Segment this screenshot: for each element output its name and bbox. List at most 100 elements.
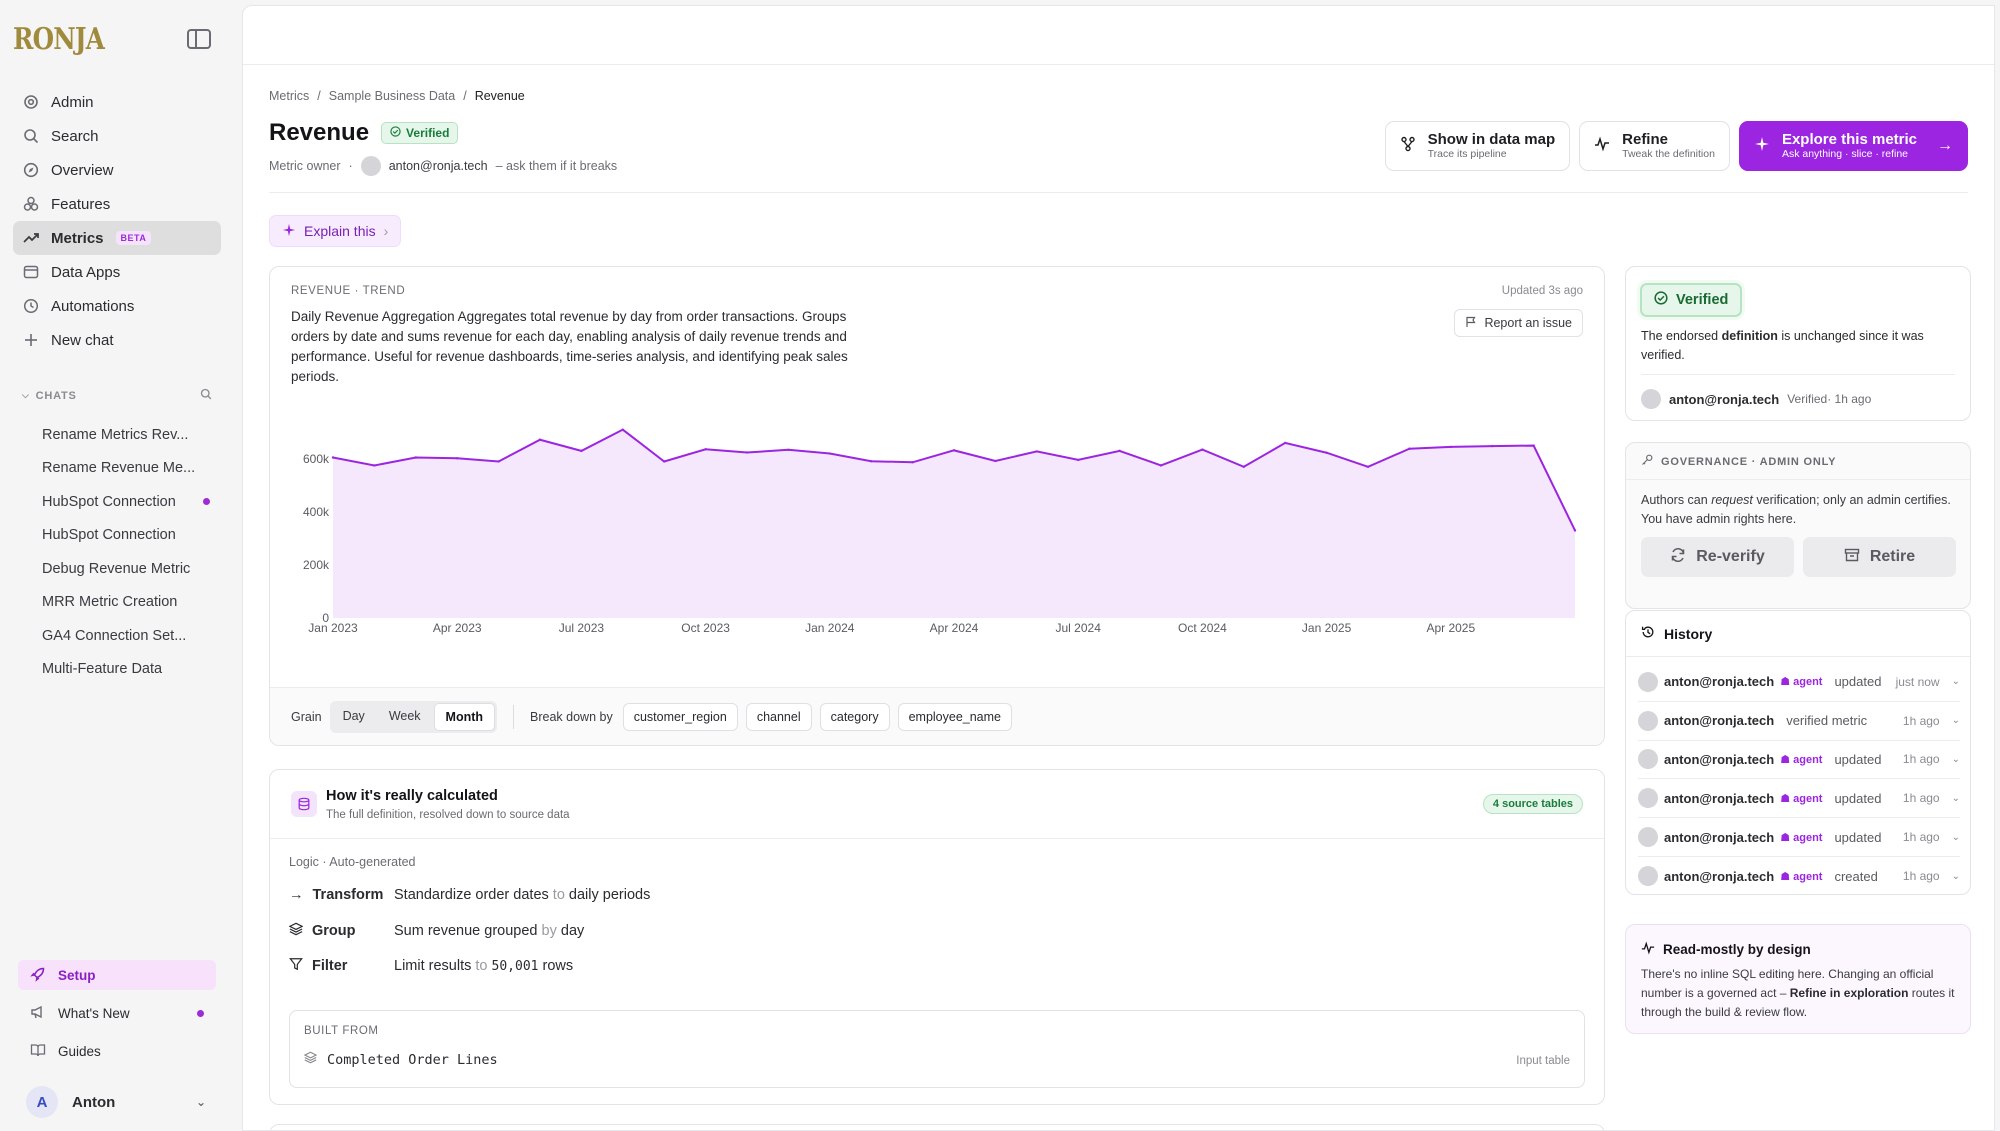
setup-button[interactable]: Setup (18, 960, 216, 990)
data-point[interactable] (621, 428, 624, 431)
data-point[interactable] (1118, 449, 1121, 453)
data-point[interactable] (1573, 529, 1577, 532)
history-row[interactable]: anton@ronja.tech ☗ agent updated just now ⌄ (1638, 663, 1960, 702)
chat-item[interactable]: HubSpot Connection (42, 519, 212, 553)
sidebar-item-search[interactable]: Search (13, 119, 221, 153)
sidebar-item-overview[interactable]: Overview (13, 153, 221, 187)
report-issue-button[interactable]: Report an issue (1454, 309, 1583, 337)
app-logo[interactable]: RONJA (13, 22, 105, 57)
chat-item[interactable]: Debug Revenue Metric (42, 552, 212, 586)
chat-item[interactable]: HubSpot Connection (42, 485, 212, 519)
chat-title: MRR Metric Creation (42, 594, 178, 611)
chat-item[interactable]: MRR Metric Creation (42, 586, 212, 620)
show-in-data-map-button[interactable]: Show in data map Trace its pipeline (1384, 121, 1571, 171)
data-point[interactable] (704, 448, 707, 451)
data-point[interactable] (787, 448, 790, 452)
explain-this-button[interactable]: Explain this › (269, 215, 402, 247)
chevron-down-icon: ⌄ (1951, 792, 1960, 804)
breakdown-chip[interactable]: customer_region (622, 702, 738, 731)
trend-icon (23, 230, 39, 246)
chat-title: HubSpot Connection (42, 493, 176, 510)
data-point[interactable] (1201, 448, 1204, 451)
data-point[interactable] (373, 464, 376, 467)
data-point[interactable] (331, 456, 335, 459)
data-point[interactable] (1325, 451, 1328, 454)
chevron-right-icon: › (383, 223, 389, 239)
chats-toggle[interactable]: ⌵ CHATS (22, 390, 77, 402)
history-time: 1h ago (1902, 752, 1940, 767)
history-action: updated (1834, 674, 1882, 690)
data-point[interactable] (1242, 465, 1245, 468)
data-point[interactable] (828, 452, 831, 455)
search-icon[interactable] (200, 388, 212, 403)
data-point[interactable] (1491, 444, 1494, 448)
data-point[interactable] (1449, 445, 1453, 449)
breadcrumb-item[interactable]: Metrics (269, 89, 309, 103)
data-point[interactable] (870, 460, 873, 463)
history-row[interactable]: anton@ronja.tech ☗ agent updated 1h ago ⌄ (1638, 818, 1960, 857)
chat-item[interactable]: GA4 Connection Set... (42, 619, 212, 653)
chat-title: GA4 Connection Set... (42, 627, 187, 644)
data-point[interactable] (456, 457, 459, 460)
breadcrumb-item[interactable]: Sample Business Data (329, 89, 455, 103)
guides-button[interactable]: Guides (18, 1036, 216, 1066)
chat-title: Debug Revenue Metric (42, 560, 191, 577)
data-point[interactable] (1159, 464, 1163, 467)
chats-section-header[interactable]: ⌵ CHATS (22, 388, 212, 403)
whats-new-button[interactable]: What's New (18, 998, 216, 1028)
data-point[interactable] (745, 451, 749, 454)
history-row[interactable]: anton@ronja.tech ☗ agent created 1h ago ⌄ (1638, 857, 1960, 896)
header-actions: Show in data map Trace its pipeline Refin… (1384, 121, 1968, 171)
sidebar-item-new-chat[interactable]: New chat (13, 323, 221, 357)
data-point[interactable] (1035, 450, 1038, 453)
grain-option-week[interactable]: Week (378, 703, 432, 731)
retire-button[interactable]: Retire (1803, 537, 1956, 577)
owner-email[interactable]: anton@ronja.tech (389, 159, 488, 173)
breakdown-label: Break down by (530, 709, 613, 724)
grain-option-month[interactable]: Month (433, 702, 496, 731)
revenue-trend-chart[interactable]: 0200k400k600kJan 2023 Apr 2023 Jul 2023 Oct… (270, 407, 1606, 687)
chat-item[interactable]: Rename Metrics Rev... (42, 418, 212, 452)
grain-option-day[interactable]: Day (332, 703, 376, 731)
avatar (360, 156, 381, 176)
sidebar-item-label: Search (51, 127, 99, 145)
built-from-box[interactable]: BUILT FROM Completed Order Lines Input t… (289, 1010, 1585, 1088)
chat-item[interactable]: Rename Revenue Me... (42, 452, 212, 486)
data-point[interactable] (1284, 441, 1287, 445)
data-point[interactable] (538, 438, 542, 441)
explore-metric-button[interactable]: Explore this metric Ask anything · slice … (1738, 121, 1968, 171)
refine-button[interactable]: Refine Tweak the definition (1579, 121, 1730, 171)
source-tables-badge[interactable]: 4 source tables (1482, 794, 1583, 814)
data-point[interactable] (663, 460, 666, 463)
data-point[interactable] (911, 461, 914, 464)
data-point[interactable] (952, 449, 956, 452)
data-point[interactable] (580, 449, 583, 453)
breakdown-chip[interactable]: category (819, 702, 890, 731)
sidebar-item-data-apps[interactable]: Data Apps (13, 255, 221, 289)
chats-label: CHATS (35, 389, 77, 402)
sidebar-item-automations[interactable]: Automations (13, 289, 221, 323)
data-point[interactable] (1077, 458, 1080, 462)
data-point[interactable] (1532, 444, 1535, 447)
history-row[interactable]: anton@ronja.tech ☗ agent updated 1h ago ⌄ (1638, 741, 1960, 780)
sidebar-toggle-icon[interactable] (187, 29, 211, 49)
sidebar-item-features[interactable]: Features (13, 187, 221, 221)
data-point[interactable] (414, 456, 417, 459)
avatar: A (26, 1086, 58, 1118)
app-window-icon (23, 264, 39, 280)
governance-label: GOVERNANCE · ADMIN ONLY (1661, 455, 1837, 468)
data-point[interactable] (1366, 465, 1370, 468)
history-row[interactable]: anton@ronja.tech ☗ agent updated 1h ago ⌄ (1638, 779, 1960, 819)
text-emphasis[interactable]: Refine in exploration (1790, 986, 1909, 1000)
breakdown-chip[interactable]: employee_name (897, 702, 1012, 731)
sidebar-item-admin[interactable]: Admin (13, 85, 221, 119)
reverify-button[interactable]: Re-verify (1641, 537, 1794, 577)
breakdown-chip[interactable]: channel (745, 702, 812, 731)
user-menu[interactable]: A Anton ⌄ (26, 1086, 206, 1118)
data-point[interactable] (994, 459, 997, 463)
chat-item[interactable]: Multi-Feature Data (42, 653, 212, 676)
sidebar-item-metrics[interactable]: Metrics BETA (13, 221, 221, 255)
data-point[interactable] (1408, 447, 1411, 450)
data-point[interactable] (497, 460, 500, 463)
history-row[interactable]: anton@ronja.tech verified metric 1h ago ⌄ (1638, 702, 1960, 741)
